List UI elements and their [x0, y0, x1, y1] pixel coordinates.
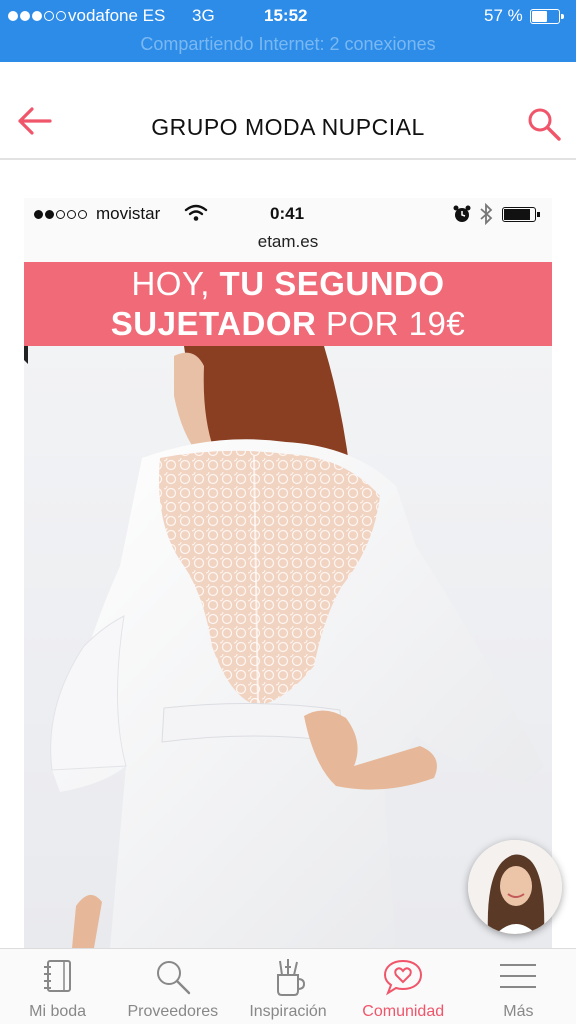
page-title: GRUPO MODA NUPCIAL	[151, 114, 425, 140]
tab-mas[interactable]: Más	[461, 949, 576, 1024]
embedded-url: etam.es	[257, 232, 319, 251]
promo-banner: HOY, TU SEGUNDO SUJETADOR POR 19€	[24, 262, 552, 346]
post-image[interactable]: movistar 0:41 etam.es HOY, TU SEGUNDO SU…	[24, 198, 552, 948]
chat-heart-icon	[384, 959, 423, 996]
tab-label: Más	[503, 1003, 534, 1020]
tab-label: Inspiración	[249, 1003, 327, 1020]
bluetooth-icon	[480, 203, 493, 225]
search-icon	[156, 961, 190, 995]
promo-text-bold: TU SEGUNDO	[219, 265, 445, 302]
alarm-icon	[453, 205, 471, 222]
promo-line-2: SUJETADOR POR 19€	[24, 304, 552, 344]
tab-inspiracion[interactable]: Inspiración	[230, 949, 345, 1024]
promo-line-1: HOY, TU SEGUNDO	[24, 264, 552, 304]
inspiration-icon	[277, 959, 306, 996]
tab-bar: Mi boda Proveedores Inspiración Comunida…	[0, 948, 576, 1024]
search-icon[interactable]	[526, 106, 562, 142]
hotspot-banner[interactable]: Compartiendo Internet: 2 conexiones	[0, 34, 576, 55]
signal-strength-icon	[8, 11, 66, 21]
battery-icon	[530, 9, 564, 24]
promo-text: HOY,	[131, 265, 220, 302]
embedded-clock: 0:41	[270, 204, 305, 223]
signal-strength-icon	[34, 210, 87, 219]
promo-text: POR 19€	[316, 305, 466, 342]
menu-icon	[500, 964, 537, 988]
app-header: GRUPO MODA NUPCIAL	[0, 62, 576, 160]
embedded-status-bar: movistar 0:41 etam.es	[24, 198, 552, 262]
product-photo	[24, 346, 552, 948]
battery-percentage: 57 %	[484, 6, 523, 25]
avatar-photo	[468, 840, 562, 934]
notebook-icon	[43, 960, 71, 992]
tab-comunidad[interactable]: Comunidad	[346, 949, 461, 1024]
wifi-icon	[184, 204, 208, 221]
tab-label: Comunidad	[362, 1003, 445, 1020]
network-type: 3G	[192, 6, 215, 25]
tab-label: Mi boda	[29, 1003, 87, 1020]
tab-mi-boda[interactable]: Mi boda	[0, 949, 115, 1024]
embedded-carrier: movistar	[96, 204, 161, 223]
embedded-battery-icon	[502, 207, 540, 222]
clock: 15:52	[264, 6, 308, 25]
promo-text-bold: SUJETADOR	[110, 305, 317, 342]
status-bar: vodafone ES 3G 15:52 57 % Compartiendo I…	[0, 0, 576, 62]
tab-proveedores[interactable]: Proveedores	[115, 949, 230, 1024]
avatar[interactable]	[468, 840, 562, 934]
carrier-name: vodafone ES	[68, 6, 166, 25]
tab-label: Proveedores	[127, 1003, 219, 1020]
